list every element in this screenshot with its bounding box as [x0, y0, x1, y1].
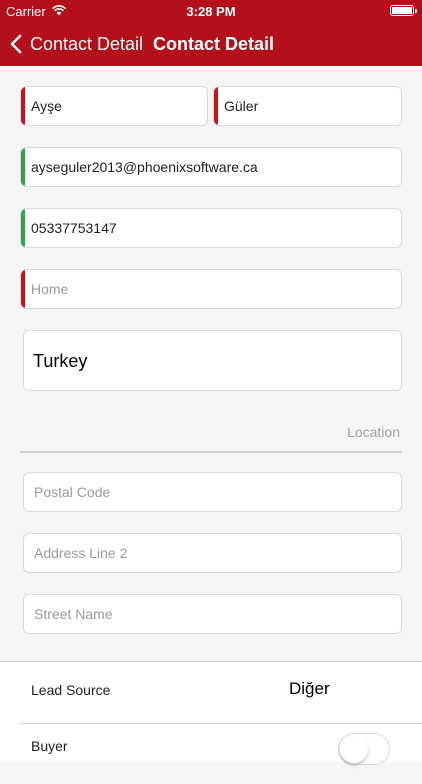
- buyer-label: Buyer: [31, 738, 68, 754]
- buyer-toggle[interactable]: [338, 733, 390, 765]
- status-bar: Carrier 3:28 PM: [0, 0, 422, 22]
- first-name-field: [20, 86, 208, 126]
- email-input[interactable]: [21, 148, 401, 186]
- phone-field: [20, 208, 402, 248]
- address-line-2-field: [23, 533, 402, 573]
- home-input[interactable]: [21, 270, 401, 308]
- email-field: [20, 147, 402, 187]
- page-title: Contact Detail: [153, 34, 275, 54]
- location-divider: [20, 451, 402, 453]
- toggle-knob: [340, 735, 368, 763]
- lead-source-row[interactable]: Lead Source Diğer: [0, 662, 422, 722]
- last-name-input[interactable]: [214, 87, 401, 125]
- home-field: [20, 269, 402, 309]
- lead-source-label: Lead Source: [31, 682, 111, 698]
- first-name-input[interactable]: [21, 87, 207, 125]
- street-name-input[interactable]: [24, 595, 401, 633]
- details-list: Lead Source Diğer Buyer: [0, 661, 422, 765]
- address-line-2-input[interactable]: [24, 534, 401, 572]
- lead-source-value: Diğer: [289, 679, 330, 698]
- back-button[interactable]: Contact Detail: [10, 22, 143, 66]
- country-value: Turkey: [33, 351, 88, 371]
- chevron-left-icon: [10, 34, 22, 54]
- postal-code-field: [23, 472, 402, 512]
- back-label: Contact Detail: [30, 33, 144, 54]
- battery-icon: [390, 5, 417, 16]
- navigation-bar: Contact Detail Contact Detail: [0, 22, 422, 66]
- contact-form: Turkey Location Lead Source Diğer Buyer: [0, 66, 422, 765]
- last-name-field: [213, 86, 402, 126]
- phone-input[interactable]: [21, 209, 401, 247]
- postal-code-input[interactable]: [24, 473, 401, 511]
- header: Carrier 3:28 PM Contact Detail Contact D…: [0, 0, 422, 66]
- clock-label: 3:28 PM: [186, 4, 236, 19]
- location-label: Location: [347, 424, 400, 440]
- country-selector[interactable]: Turkey: [23, 330, 402, 391]
- street-name-field: [23, 594, 402, 634]
